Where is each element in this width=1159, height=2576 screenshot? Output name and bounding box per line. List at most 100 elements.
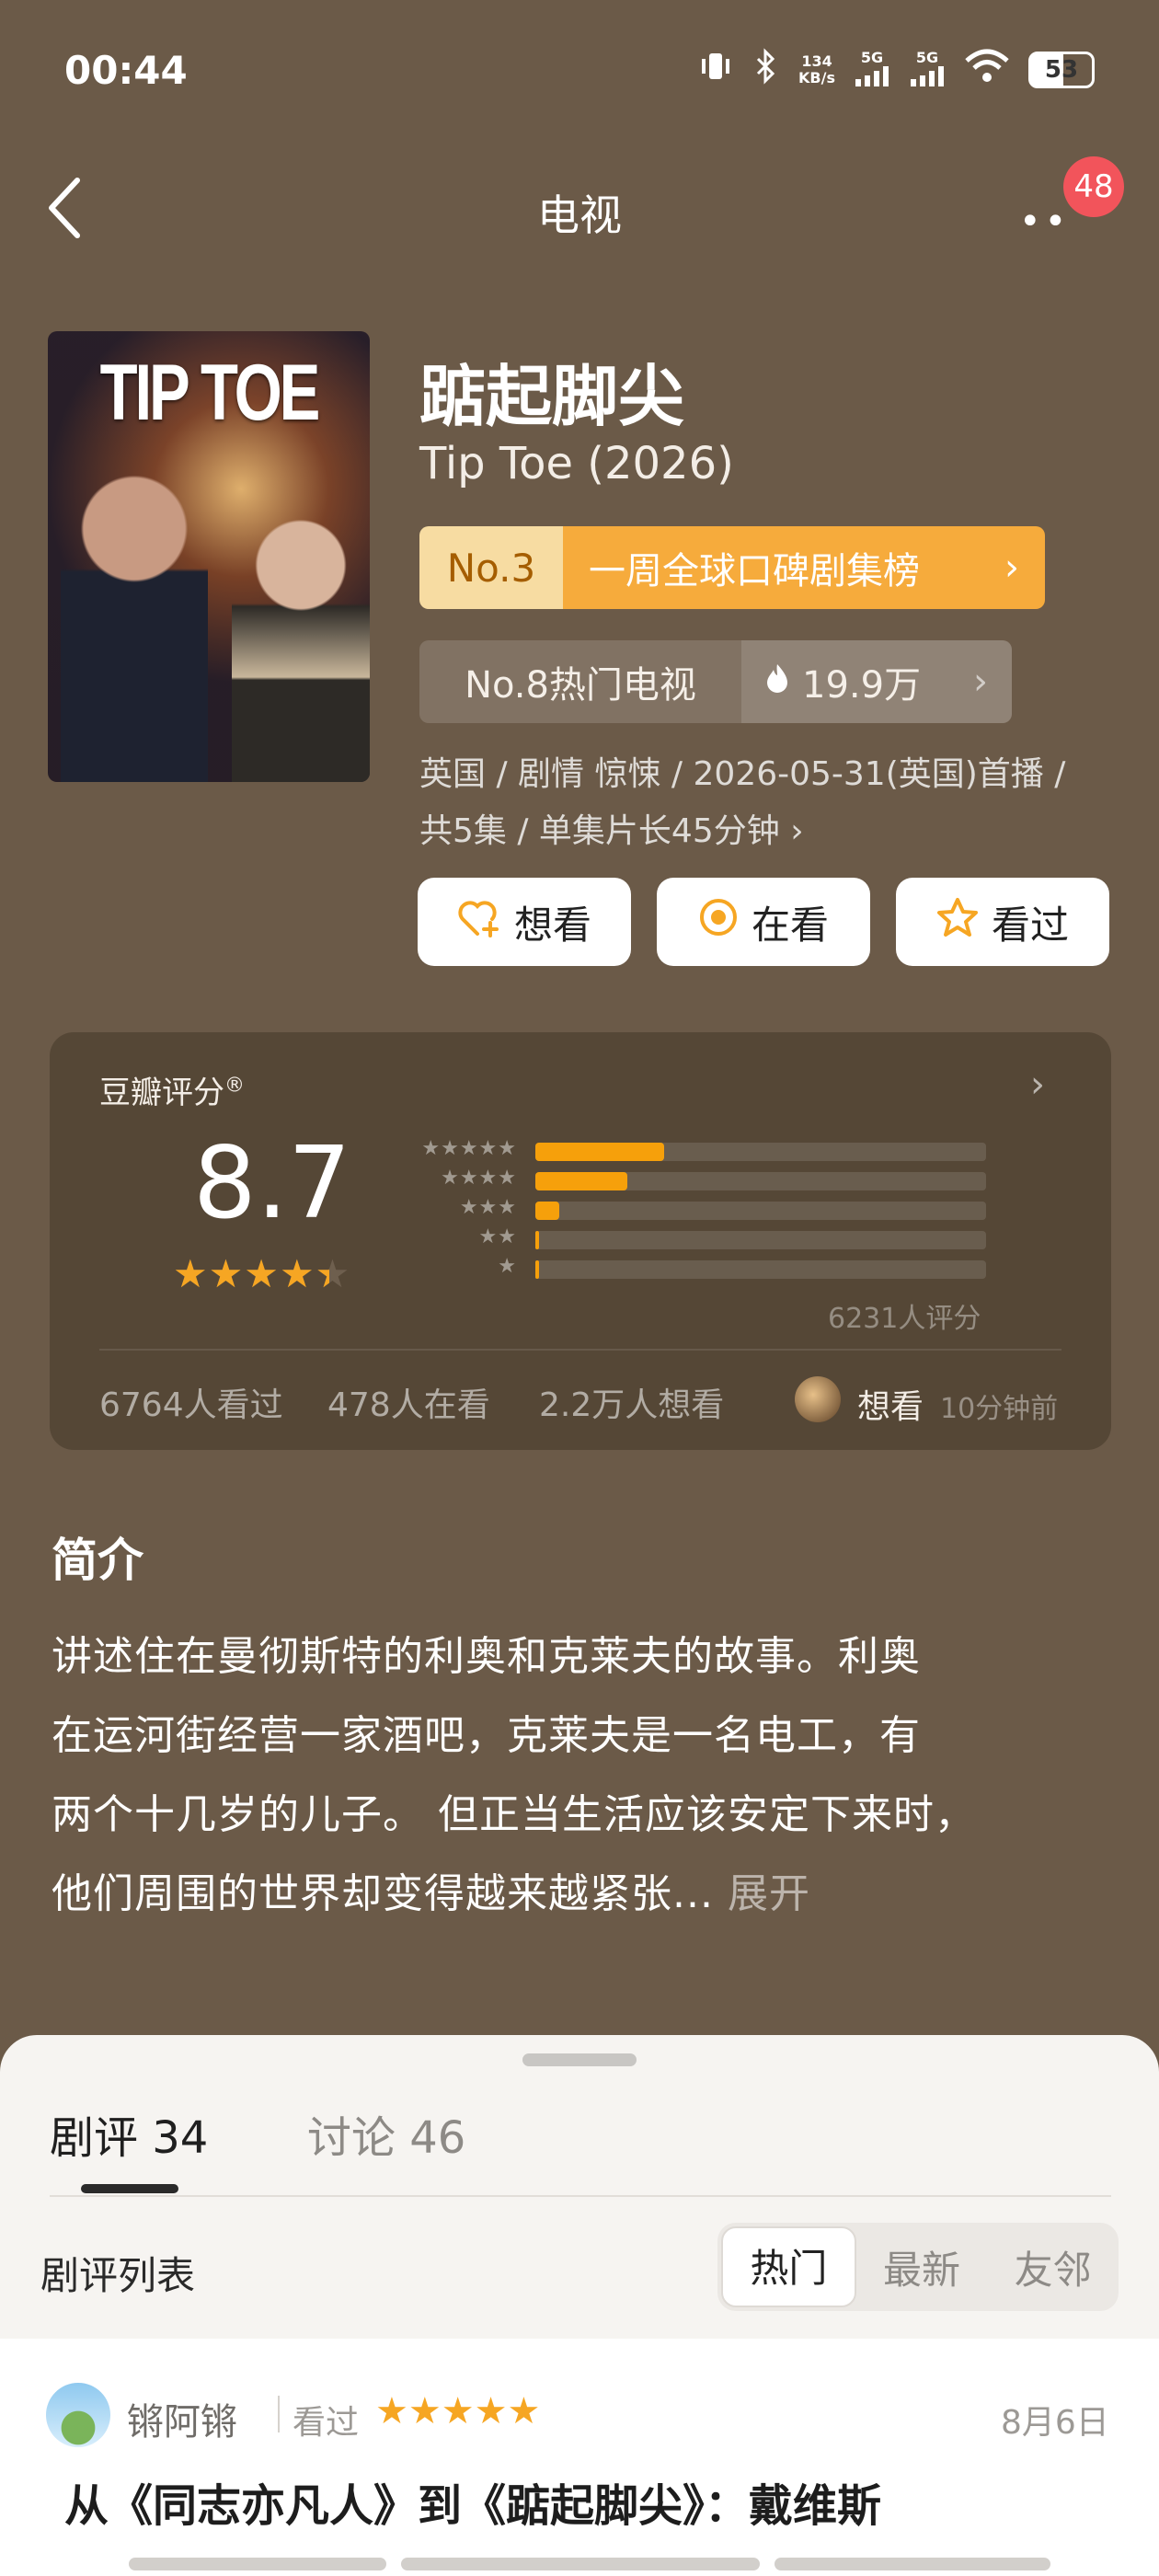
- thumbnail-strip: [129, 2558, 386, 2570]
- target-icon: [698, 897, 739, 947]
- want-to-watch-button[interactable]: 想看: [418, 878, 631, 966]
- net-speed-unit: KB/s: [798, 69, 835, 86]
- poster-figure-right: [232, 515, 370, 782]
- battery-indicator: 53: [1028, 52, 1095, 88]
- heart-plus-icon: [457, 897, 501, 947]
- watched-count[interactable]: 6764人看过: [99, 1378, 283, 1426]
- rating-score: 8.7: [193, 1126, 351, 1241]
- signal-1-label: 5G: [860, 49, 884, 66]
- rank-label-box: 一周全球口碑剧集榜 ›: [563, 526, 1045, 609]
- wifi-icon: [964, 48, 1010, 92]
- rating-divider: [99, 1349, 1061, 1351]
- distribution-bar: [535, 1143, 664, 1161]
- poster-image[interactable]: TIP TOE: [48, 331, 370, 782]
- nav-title: 电视: [537, 190, 622, 240]
- chevron-right-icon: ›: [1004, 546, 1019, 589]
- rating-stars-filled: ★★★★★: [173, 1251, 329, 1296]
- sort-latest[interactable]: 最新: [856, 2239, 988, 2295]
- review-separator: [278, 2396, 280, 2432]
- synopsis-line-last: 他们周围的世界却变得越来越紧张... 展开: [52, 1860, 810, 1919]
- review-title[interactable]: 从《同志亦凡人》到《踮起脚尖》：戴维斯: [64, 2469, 881, 2534]
- heat-box: 19.9万 ›: [741, 640, 1012, 723]
- rank-badge[interactable]: No.3 一周全球口碑剧集榜 ›: [419, 526, 1045, 609]
- rating-label-text: 豆瓣评分: [99, 1075, 224, 1111]
- poster-title: TIP TOE: [99, 349, 321, 437]
- thumbnail-strip: [775, 2558, 1050, 2570]
- watching-label: 在看: [751, 902, 829, 948]
- status-icons: 134 KB/s 5G 5G 53: [697, 48, 1095, 92]
- poster-figure-left: [61, 469, 208, 782]
- signal-bars-icon: [855, 66, 889, 86]
- distribution-bar: [535, 1260, 539, 1279]
- friend-avatar[interactable]: [795, 1376, 841, 1422]
- sheet-divider: [50, 2195, 1111, 2197]
- status-time: 00:44: [64, 48, 188, 93]
- rank-number: No.3: [419, 526, 563, 609]
- registered-icon: ®: [224, 1074, 245, 1098]
- watching-button[interactable]: 在看: [657, 878, 870, 966]
- net-speed-value: 134: [801, 52, 832, 70]
- star-outline-icon: [936, 897, 979, 947]
- distribution-bar: [535, 1231, 539, 1249]
- tab-discussions[interactable]: 讨论 46: [307, 2101, 465, 2166]
- sheet-grabber[interactable]: [522, 2053, 637, 2066]
- friend-action: 想看: [857, 1388, 924, 1426]
- hot-tv-rank: No.8热门电视: [465, 664, 696, 707]
- rank-label: 一周全球口碑剧集榜: [589, 550, 920, 592]
- meta-line-2: 共5集 / 单集片长45分钟: [419, 812, 780, 850]
- vibrate-icon: [697, 48, 734, 92]
- distribution-track: [535, 1202, 986, 1220]
- want-count[interactable]: 2.2万人想看: [539, 1378, 724, 1426]
- show-title-cn: 踮起脚尖: [419, 358, 685, 435]
- heat-value: 19.9万: [802, 664, 922, 707]
- meta-line-2-container[interactable]: 共5集 / 单集片长45分钟 ›: [419, 804, 804, 852]
- bluetooth-icon: [752, 48, 780, 92]
- watched-button[interactable]: 看过: [896, 878, 1109, 966]
- distribution-bar: [535, 1202, 559, 1220]
- distribution-track: [535, 1143, 986, 1161]
- distribution-track: [535, 1231, 986, 1249]
- distribution-stars-label: ★★: [478, 1225, 517, 1248]
- signal-bars-icon: [911, 66, 944, 86]
- tab-underline: [81, 2184, 178, 2193]
- net-speed: 134 KB/s: [798, 53, 835, 86]
- synopsis-line: 他们周围的世界却变得越来越紧张...: [52, 1870, 714, 1917]
- synopsis-title: 简介: [52, 1534, 143, 1587]
- sort-segmented-control: 热门 最新 友邻: [717, 2223, 1119, 2311]
- rating-label: 豆瓣评分®: [99, 1067, 245, 1112]
- review-status: 看过: [293, 2404, 360, 2442]
- reviewer-avatar[interactable]: [46, 2383, 110, 2447]
- watched-label: 看过: [991, 902, 1069, 948]
- review-list-label: 剧评列表: [40, 2253, 196, 2298]
- distribution-stars-label: ★★★: [459, 1196, 517, 1219]
- sort-hot[interactable]: 热门: [721, 2226, 856, 2307]
- signal-1: 5G: [854, 50, 890, 90]
- show-title-en: Tip Toe (2026): [419, 438, 734, 489]
- synopsis-line: 两个十几岁的儿子。 但正当生活应该安定下来时，: [52, 1791, 976, 1838]
- watching-count[interactable]: 478人在看: [327, 1378, 490, 1426]
- signal-2-label: 5G: [915, 49, 939, 66]
- expand-link[interactable]: 展开: [728, 1870, 810, 1917]
- synopsis-line: 在运河街经营一家酒吧，克莱夫是一名电工，有: [52, 1712, 921, 1759]
- distribution-stars-label: ★★★★: [441, 1167, 517, 1190]
- flame-icon: [765, 661, 789, 703]
- hot-tv-badge[interactable]: No.8热门电视 19.9万 ›: [419, 640, 1012, 723]
- friend-action-time: 10分钟前: [940, 1393, 1059, 1425]
- chevron-right-icon[interactable]: ›: [1030, 1064, 1045, 1106]
- more-icon[interactable]: ••: [1019, 201, 1070, 243]
- notification-badge[interactable]: 48: [1063, 156, 1124, 217]
- distribution-track: [535, 1172, 986, 1190]
- synopsis-line: 讲述住在曼彻斯特的利奥和克莱夫的故事。利奥: [52, 1633, 921, 1680]
- signal-2: 5G: [909, 50, 946, 90]
- review-stars: ★★★★★: [375, 2390, 541, 2432]
- sort-friends[interactable]: 友邻: [987, 2239, 1119, 2295]
- reviewer-name[interactable]: 锵阿锵: [127, 2392, 237, 2445]
- chevron-right-icon: ›: [790, 812, 804, 850]
- tab-reviews[interactable]: 剧评 34: [50, 2101, 208, 2166]
- rating-stars: ★★★★★ ★★★★★: [173, 1251, 350, 1296]
- distribution-stars-label: ★★★★★: [421, 1137, 517, 1160]
- review-date: 8月6日: [1001, 2404, 1109, 2442]
- distribution-stars-label: ★: [498, 1255, 517, 1278]
- meta-line-1: 英国 / 剧情 惊悚 / 2026-05-31(英国)首播 /: [419, 755, 1066, 793]
- review-card[interactable]: [0, 2339, 1159, 2576]
